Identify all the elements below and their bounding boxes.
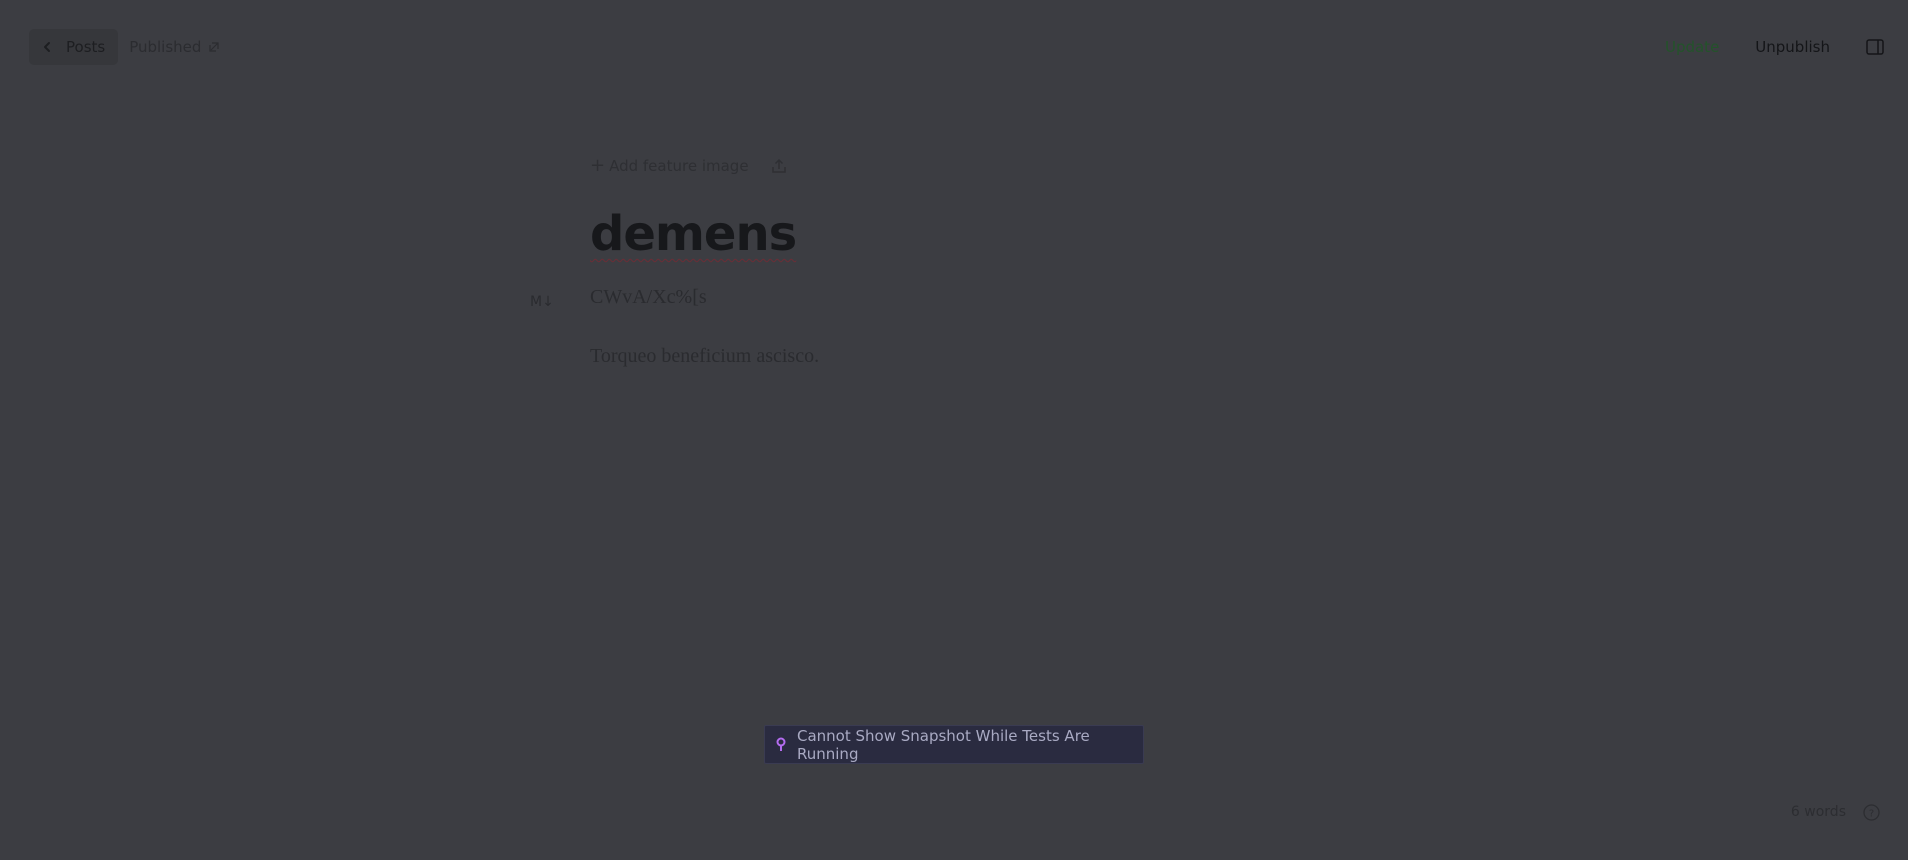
svg-text:?: ? <box>1869 809 1874 820</box>
markdown-card-marker: M↓ <box>530 294 554 310</box>
add-feature-image-button[interactable]: + Add feature image <box>590 155 749 176</box>
help-circle-icon[interactable]: ? <box>1863 804 1880 821</box>
paragraph-1[interactable]: CWvA/Xc%[s <box>590 286 1350 309</box>
external-link-icon <box>208 41 220 53</box>
pin-icon <box>775 737 787 753</box>
snapshot-toast: Cannot Show Snapshot While Tests Are Run… <box>764 725 1144 764</box>
editor-page: Posts Published Update Unpublish + Add f… <box>0 0 1908 860</box>
sidebar-toggle-icon[interactable] <box>1866 39 1884 55</box>
post-status[interactable]: Published <box>129 38 220 56</box>
editor-header: Posts Published Update Unpublish <box>29 29 1884 65</box>
add-feature-image-label: Add feature image <box>609 157 749 175</box>
word-count: 6 words <box>1790 804 1846 820</box>
feature-image-row: + Add feature image <box>590 150 1350 182</box>
post-editor: + Add feature image demens M↓ CWvA/Xc%[s… <box>530 150 1350 368</box>
header-actions: Update Unpublish <box>1665 38 1884 56</box>
toast-message: Cannot Show Snapshot While Tests Are Run… <box>797 726 1090 763</box>
upload-image-icon[interactable] <box>771 158 787 174</box>
post-title[interactable]: demens <box>590 210 1350 258</box>
back-label: Posts <box>66 38 106 56</box>
paragraph-2[interactable]: Torqueo beneficium ascisco. <box>590 345 1350 368</box>
back-to-posts-button[interactable]: Posts <box>29 29 119 65</box>
plus-icon: + <box>590 155 606 176</box>
status-label: Published <box>129 38 202 56</box>
unpublish-button[interactable]: Unpublish <box>1755 38 1830 56</box>
update-button[interactable]: Update <box>1665 38 1719 56</box>
chevron-left-icon <box>40 40 54 54</box>
